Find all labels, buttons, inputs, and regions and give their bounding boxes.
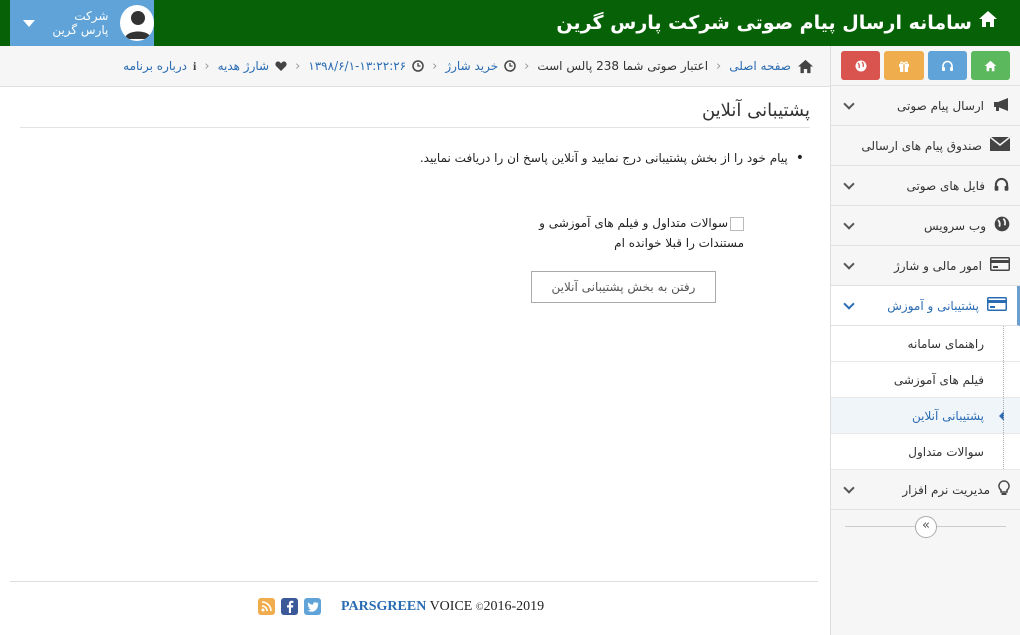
- sidebar-subitem-guide[interactable]: راهنمای سامانه: [831, 326, 1020, 362]
- sidebar-item-support[interactable]: پشتیبانی و آموزش: [831, 286, 1020, 326]
- app-title: سامانه ارسال پیام صوتی شرکت پارس گرین: [556, 0, 998, 46]
- app-title-text: سامانه ارسال پیام صوتی شرکت پارس گرین: [556, 12, 972, 34]
- user-name[interactable]: شرکت پارس گرین: [43, 9, 108, 37]
- sidebar-item-web-service[interactable]: وب سرویس: [831, 206, 1020, 246]
- sidebar-item-label: وب سرویس: [923, 218, 986, 233]
- footer-years: 2016-2019: [483, 598, 545, 614]
- heart-icon: [275, 60, 287, 72]
- breadcrumb-separator: ‹: [716, 58, 722, 74]
- twitter-icon[interactable]: [304, 598, 321, 615]
- credit-card-icon: [990, 257, 1010, 274]
- read-confirm-checkbox[interactable]: [730, 216, 744, 231]
- about-link[interactable]: درباره برنامه: [123, 59, 187, 73]
- chevron-down-icon: [843, 257, 855, 270]
- gift-charge-link[interactable]: شارژ هدیه: [218, 59, 270, 73]
- credit-status: اعتبار صوتی شما 238 پالس است: [537, 59, 709, 73]
- sidebar-item-label: صندوق پیام های ارسالی: [861, 138, 982, 153]
- sidebar-item-send-voice[interactable]: ارسال پیام صوتی: [831, 86, 1020, 126]
- clock-icon: [504, 60, 516, 72]
- footer-divider: [10, 581, 818, 582]
- home-icon[interactable]: [797, 59, 814, 74]
- envelope-icon: [989, 136, 1011, 154]
- facebook-icon[interactable]: [281, 598, 298, 615]
- breadcrumb-separator: ‹: [204, 58, 210, 74]
- headphones-icon: [941, 60, 953, 71]
- breadcrumb-separator: ‹: [524, 58, 530, 74]
- shortcut-bar: [831, 46, 1020, 86]
- user-menu[interactable]: شرکت پارس گرین: [10, 0, 154, 46]
- sidebar-item-label: پشتیبانی و آموزش: [887, 298, 979, 313]
- footer: PARSGREEN VOICE ©2016-2019: [258, 598, 544, 615]
- home-shortcut-button[interactable]: [970, 51, 1010, 80]
- credit-card-icon: [987, 297, 1007, 314]
- gift-icon: [898, 61, 909, 72]
- caret-left-icon: [999, 411, 1004, 421]
- chevron-down-icon: [843, 97, 855, 110]
- avatar[interactable]: [120, 5, 154, 41]
- sidebar-item-audio-files[interactable]: فایل های صوتی: [831, 166, 1020, 206]
- sidebar-subitem-online-support[interactable]: پشتیبانی آنلاین: [831, 398, 1020, 434]
- breadcrumb-separator: ‹: [295, 58, 301, 74]
- home-icon: [978, 0, 998, 46]
- breadcrumb-home[interactable]: صفحه اصلی: [729, 59, 791, 73]
- sidebar-subitem-faq[interactable]: سوالات متداول: [831, 434, 1020, 470]
- chevron-down-icon: [843, 217, 855, 230]
- footer-product: VOICE: [429, 598, 473, 614]
- chevron-down-icon: [843, 297, 855, 310]
- sidebar-subitem-videos[interactable]: فیلم های آموزشی: [831, 362, 1020, 398]
- notice-text: پیام خود را از بخش پشتیبانی درج نمایید و…: [384, 150, 804, 166]
- sidebar-item-label: ارسال پیام صوتی: [897, 98, 984, 113]
- lightbulb-icon: [998, 480, 1010, 499]
- sidebar-collapse-row: «: [831, 510, 1020, 544]
- sidebar-subitem-label: سوالات متداول: [908, 444, 984, 459]
- globe-shortcut-button[interactable]: [841, 51, 881, 80]
- sidebar-subitem-label: پشتیبانی آنلاین: [911, 408, 984, 423]
- copyright-text: PARSGREEN VOICE ©2016-2019: [341, 599, 544, 615]
- gift-shortcut-button[interactable]: [884, 51, 924, 80]
- sidebar-item-software[interactable]: مدیریت نرم افزار: [831, 470, 1020, 510]
- caret-down-icon[interactable]: [23, 19, 35, 27]
- chevron-down-icon: [843, 177, 855, 190]
- sidebar-item-label: امور مالی و شارژ: [893, 258, 982, 273]
- chevron-down-icon: [843, 481, 855, 494]
- megaphone-icon: [992, 97, 1010, 115]
- read-confirm-checkbox-row[interactable]: سوالات متداول و فیلم های آموزشی و مستندا…: [520, 213, 744, 253]
- headphones-shortcut-button[interactable]: [927, 51, 967, 80]
- collapse-sidebar-button[interactable]: «: [915, 516, 937, 538]
- sidebar-subitem-label: راهنمای سامانه: [907, 336, 984, 351]
- datetime-display: ۱۳۹۸/۶/۱-۱۳:۲۲:۲۶: [308, 59, 407, 73]
- breadcrumb-separator: ‹: [432, 58, 438, 74]
- rss-icon[interactable]: [258, 598, 275, 615]
- home-icon: [984, 60, 997, 71]
- user-name-line1: شرکت: [74, 9, 109, 23]
- globe-icon: [994, 216, 1010, 235]
- sidebar-subitem-label: فیلم های آموزشی: [893, 372, 984, 387]
- sidebar: ارسال پیام صوتی صندوق پیام های ارسالی فا…: [830, 46, 1020, 635]
- footer-brand: PARSGREEN: [341, 598, 427, 614]
- clock-icon: [412, 60, 424, 72]
- buy-charge-link[interactable]: خرید شارژ: [445, 59, 498, 73]
- go-to-online-support-button[interactable]: رفتن به بخش پشتیبانی آنلاین: [531, 271, 716, 303]
- sidebar-item-label: فایل های صوتی: [906, 178, 985, 193]
- page-title: پشتیبانی آنلاین: [20, 100, 810, 128]
- checkbox-label[interactable]: سوالات متداول و فیلم های آموزشی و مستندا…: [539, 216, 744, 250]
- info-icon: i: [193, 58, 197, 73]
- user-name-line2: پارس گرین: [52, 23, 109, 37]
- headphones-icon: [993, 177, 1010, 195]
- globe-icon: [855, 60, 867, 71]
- sidebar-item-label: مدیریت نرم افزار: [902, 482, 990, 497]
- breadcrumb: صفحه اصلی ‹ اعتبار صوتی شما 238 پالس است…: [0, 46, 830, 87]
- top-bar: سامانه ارسال پیام صوتی شرکت پارس گرین شر…: [0, 0, 1020, 46]
- sidebar-item-sent-box[interactable]: صندوق پیام های ارسالی: [831, 126, 1020, 166]
- sidebar-item-finance[interactable]: امور مالی و شارژ: [831, 246, 1020, 286]
